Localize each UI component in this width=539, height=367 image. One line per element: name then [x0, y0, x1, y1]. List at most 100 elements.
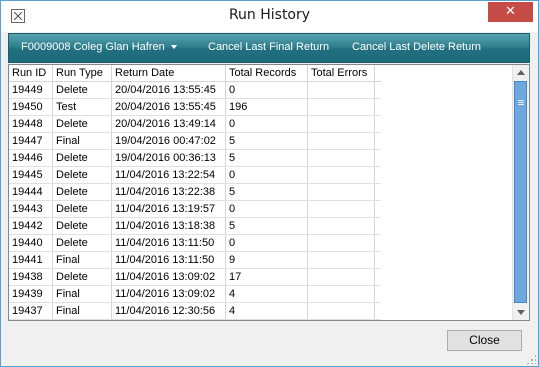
total-records-cell: 0	[225, 166, 308, 184]
table-row[interactable]: 19440 Delete 11/04/2016 13:11:50 0	[9, 234, 381, 252]
row-filler	[374, 285, 381, 303]
column-header-total-records[interactable]: Total Records	[225, 65, 308, 82]
row-filler	[374, 302, 381, 320]
provider-dropdown[interactable]: F0009008 Coleg Glan Hafren	[21, 41, 177, 53]
return-date-cell: 11/04/2016 13:22:54	[111, 166, 226, 184]
table-row[interactable]: 19450 Test 20/04/2016 13:55:45 196	[9, 98, 381, 116]
scroll-down-icon[interactable]	[517, 310, 525, 315]
window-close-button[interactable]: ✕	[488, 2, 533, 22]
vertical-scrollbar[interactable]	[512, 65, 529, 320]
column-header-run-type[interactable]: Run Type	[52, 65, 112, 82]
total-records-cell: 5	[225, 183, 308, 201]
total-records-cell: 5	[225, 217, 308, 235]
return-date-cell: 11/04/2016 13:18:38	[111, 217, 226, 235]
run-type-cell: Test	[52, 98, 112, 116]
return-date-cell: 11/04/2016 13:11:50	[111, 251, 226, 269]
run-type-cell: Delete	[52, 166, 112, 184]
total-records-cell: 0	[225, 200, 308, 218]
column-header-return-date[interactable]: Return Date	[111, 65, 226, 82]
run-id-cell: 19440	[9, 234, 53, 252]
table-row[interactable]: 19448 Delete 20/04/2016 13:49:14 0	[9, 115, 381, 133]
run-id-cell: 19446	[9, 149, 53, 167]
total-errors-cell	[307, 183, 375, 201]
total-records-cell: 0	[225, 234, 308, 252]
table-row[interactable]: 19447 Final 19/04/2016 00:47:02 5	[9, 132, 381, 150]
header-row: Run ID Run Type Return Date Total Record…	[9, 65, 381, 82]
provider-label: F0009008 Coleg Glan Hafren	[21, 41, 165, 53]
cancel-last-final-return-button[interactable]: Cancel Last Final Return	[208, 41, 329, 53]
run-id-cell: 19442	[9, 217, 53, 235]
table-row[interactable]: 19438 Delete 11/04/2016 13:09:02 17	[9, 268, 381, 286]
table-row[interactable]: 19445 Delete 11/04/2016 13:22:54 0	[9, 166, 381, 184]
total-errors-cell	[307, 98, 375, 116]
total-errors-cell	[307, 251, 375, 269]
scroll-thumb[interactable]	[514, 81, 527, 303]
total-errors-cell	[307, 166, 375, 184]
total-records-cell: 4	[225, 285, 308, 303]
run-id-cell: 19437	[9, 302, 53, 320]
run-type-cell: Delete	[52, 234, 112, 252]
cancel-last-delete-return-button[interactable]: Cancel Last Delete Return	[352, 41, 481, 53]
run-id-cell: 19438	[9, 268, 53, 286]
total-records-cell: 17	[225, 268, 308, 286]
run-id-cell: 19443	[9, 200, 53, 218]
run-id-cell: 19444	[9, 183, 53, 201]
table-row[interactable]: 19441 Final 11/04/2016 13:11:50 9	[9, 251, 381, 269]
row-filler	[374, 217, 381, 235]
row-filler	[374, 268, 381, 286]
return-date-cell: 20/04/2016 13:55:45	[111, 81, 226, 99]
table-row[interactable]: 19442 Delete 11/04/2016 13:18:38 5	[9, 217, 381, 235]
row-filler	[374, 234, 381, 252]
run-id-cell: 19450	[9, 98, 53, 116]
run-id-cell: 19448	[9, 115, 53, 133]
column-header-total-errors[interactable]: Total Errors	[307, 65, 375, 82]
run-type-cell: Delete	[52, 115, 112, 133]
chevron-down-icon	[170, 45, 177, 50]
run-id-cell: 19447	[9, 132, 53, 150]
table-row[interactable]: 19437 Final 11/04/2016 12:30:56 4	[9, 302, 381, 320]
column-header-filler	[374, 65, 381, 82]
title-bar[interactable]: Run History ✕	[1, 1, 538, 32]
run-history-table: Run ID Run Type Return Date Total Record…	[9, 65, 381, 320]
scroll-up-icon[interactable]	[517, 70, 525, 75]
return-date-cell: 19/04/2016 00:47:02	[111, 132, 226, 150]
total-records-cell: 4	[225, 302, 308, 320]
run-id-cell: 19441	[9, 251, 53, 269]
return-date-cell: 20/04/2016 13:49:14	[111, 115, 226, 133]
run-type-cell: Delete	[52, 183, 112, 201]
row-filler	[374, 115, 381, 133]
total-errors-cell	[307, 81, 375, 99]
row-filler	[374, 98, 381, 116]
total-records-cell: 9	[225, 251, 308, 269]
table-row[interactable]: 19446 Delete 19/04/2016 00:36:13 5	[9, 149, 381, 167]
return-date-cell: 11/04/2016 13:22:38	[111, 183, 226, 201]
total-errors-cell	[307, 285, 375, 303]
table-row[interactable]: 19444 Delete 11/04/2016 13:22:38 5	[9, 183, 381, 201]
run-type-cell: Final	[52, 302, 112, 320]
resize-grip-icon[interactable]	[526, 354, 536, 364]
column-header-run-id[interactable]: Run ID	[9, 65, 53, 82]
return-date-cell: 11/04/2016 13:09:02	[111, 268, 226, 286]
return-date-cell: 11/04/2016 13:19:57	[111, 200, 226, 218]
total-errors-cell	[307, 149, 375, 167]
run-type-cell: Final	[52, 251, 112, 269]
table-row[interactable]: 19443 Delete 11/04/2016 13:19:57 0	[9, 200, 381, 218]
total-errors-cell	[307, 200, 375, 218]
run-type-cell: Delete	[52, 268, 112, 286]
close-button[interactable]: Close	[447, 330, 522, 351]
total-errors-cell	[307, 302, 375, 320]
row-filler	[374, 251, 381, 269]
table-row[interactable]: 19439 Final 11/04/2016 13:09:02 4	[9, 285, 381, 303]
table-row[interactable]: 19449 Delete 20/04/2016 13:55:45 0	[9, 81, 381, 99]
total-records-cell: 196	[225, 98, 308, 116]
row-filler	[374, 200, 381, 218]
run-id-cell: 19449	[9, 81, 53, 99]
total-errors-cell	[307, 217, 375, 235]
return-date-cell: 19/04/2016 00:36:13	[111, 149, 226, 167]
total-errors-cell	[307, 234, 375, 252]
row-filler	[374, 166, 381, 184]
run-type-cell: Delete	[52, 200, 112, 218]
total-errors-cell	[307, 115, 375, 133]
total-records-cell: 0	[225, 115, 308, 133]
run-history-grid[interactable]: Run ID Run Type Return Date Total Record…	[8, 64, 530, 321]
